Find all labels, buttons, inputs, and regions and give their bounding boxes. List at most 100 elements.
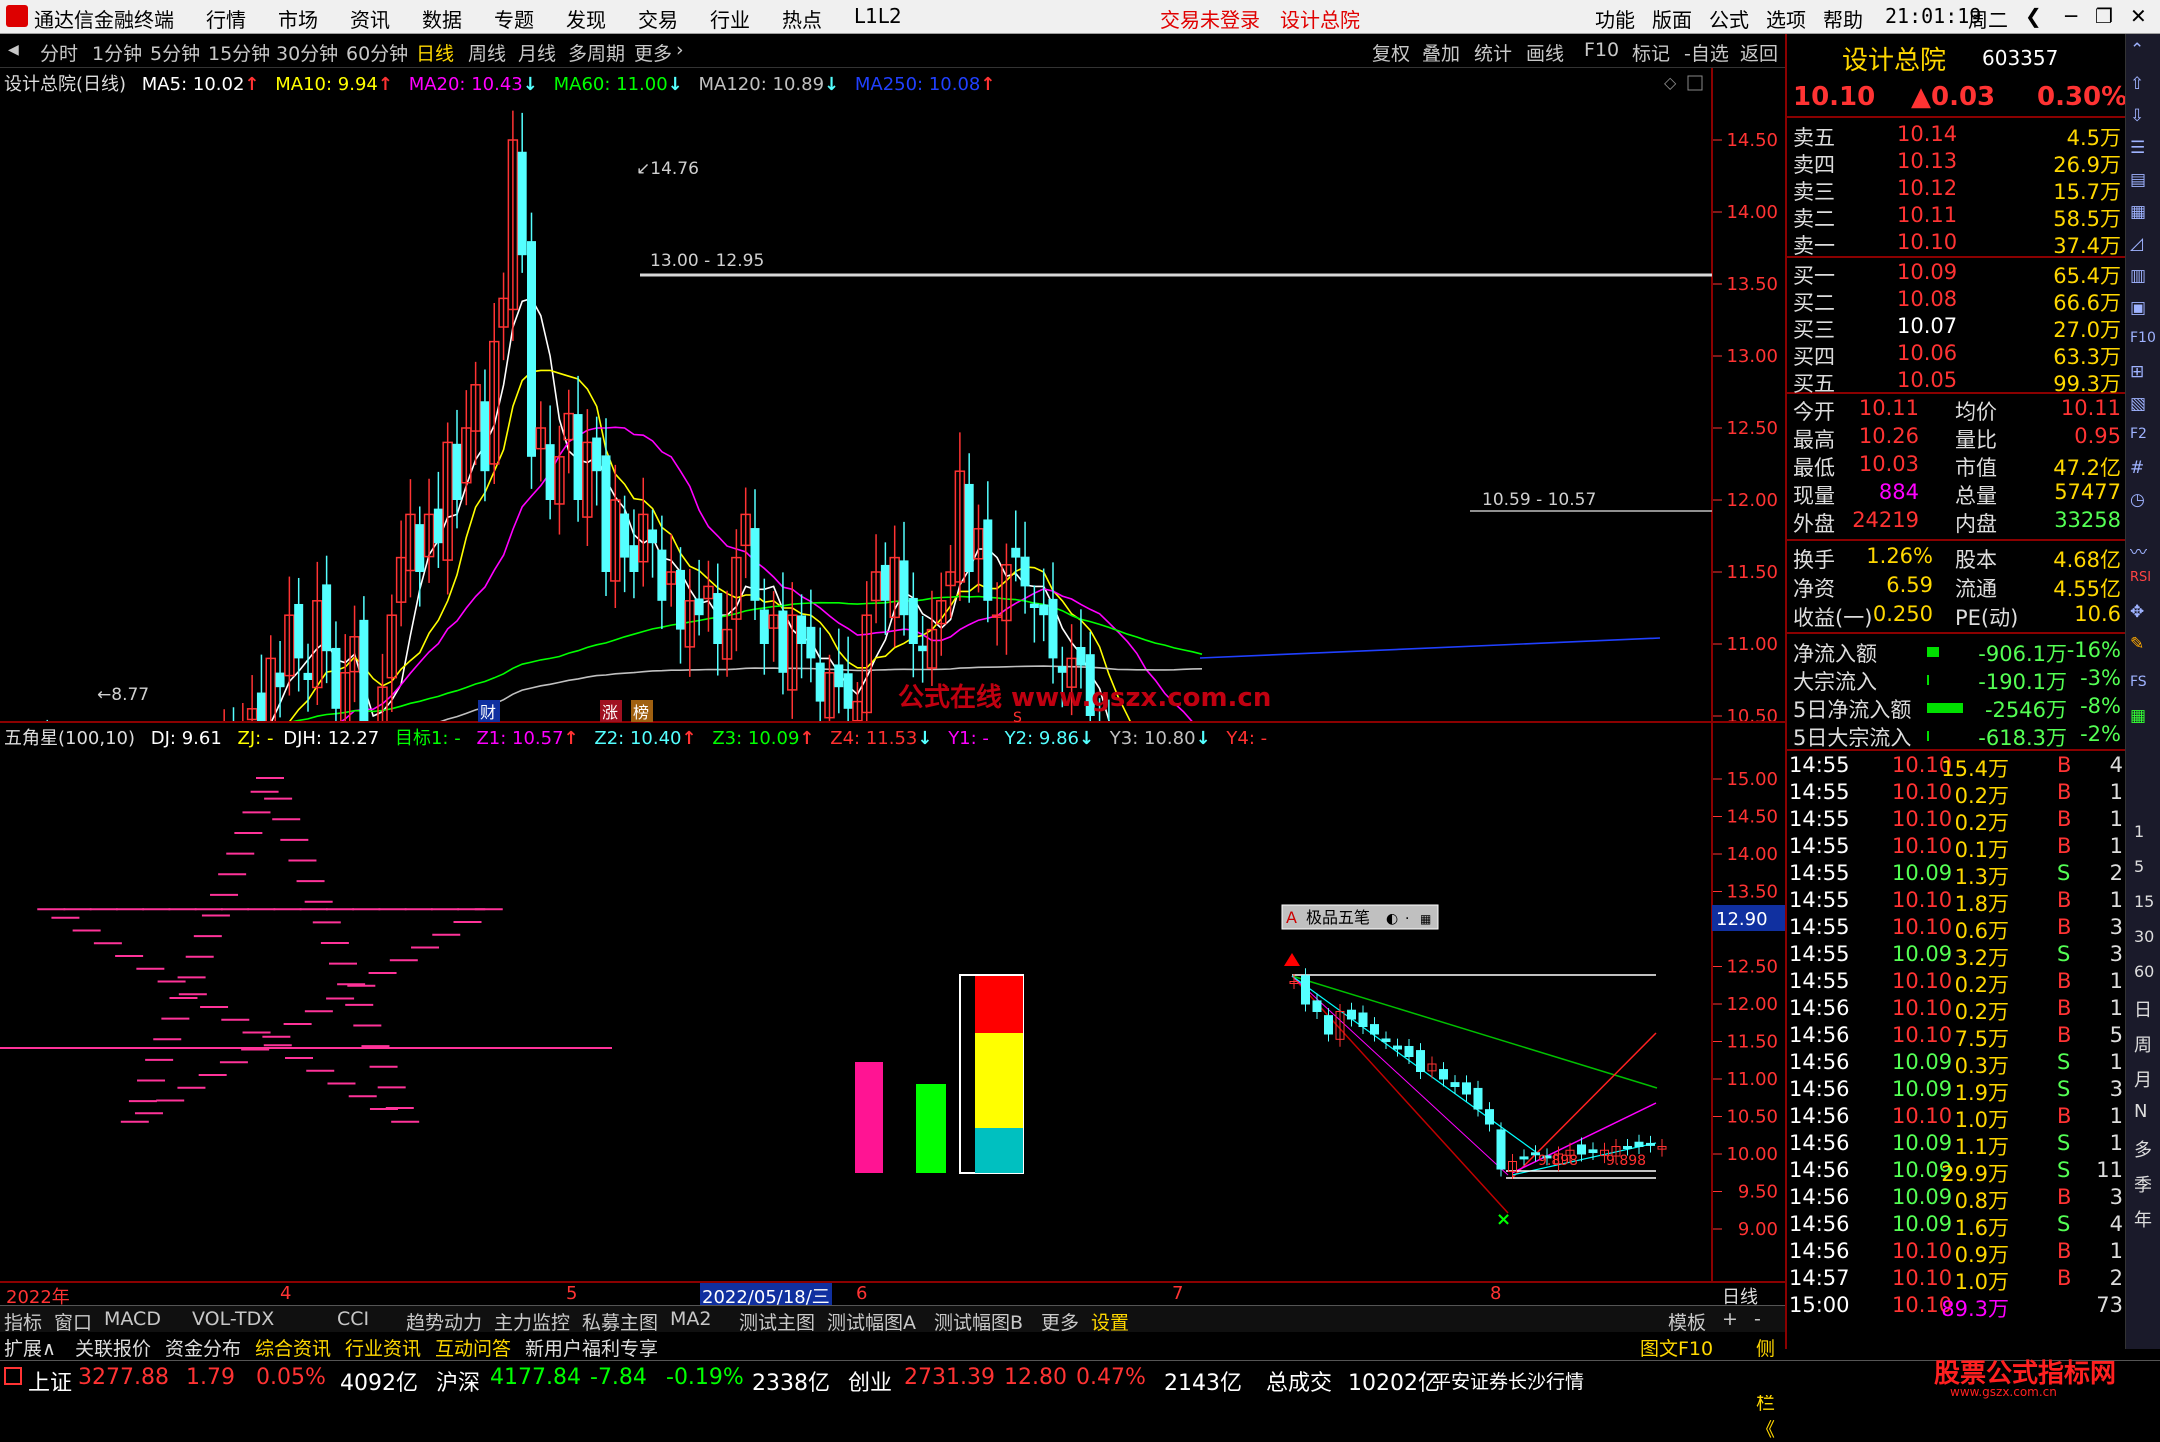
period-1min[interactable]: 1分钟 <box>92 39 142 66</box>
menu-shuju[interactable]: 数据 <box>422 4 462 33</box>
indicator-tab[interactable]: 私募主图 <box>582 1308 658 1335</box>
tool-zixuan[interactable]: -自选 <box>1684 39 1729 66</box>
right-tab-0[interactable]: 图文F10 <box>1640 1334 1713 1361</box>
list-icon[interactable]: ☰ <box>2130 138 2145 158</box>
hash-icon[interactable]: # <box>2130 458 2144 478</box>
move-icon[interactable]: ✥ <box>2130 602 2144 622</box>
extension-tab[interactable]: 关联报价 <box>75 1334 151 1361</box>
f10-icon[interactable]: F10 <box>2130 330 2156 346</box>
pen-icon[interactable]: ✎ <box>2130 634 2144 654</box>
menu-gongneng[interactable]: 功能 <box>1595 4 1635 33</box>
indicator-tab[interactable]: 更多 <box>1041 1308 1079 1335</box>
kline-chart[interactable]: 14.50 14.00 13.50 13.00 12.50 12.00 11.50 11.00… <box>0 68 1785 723</box>
indicator-tab[interactable]: VOL-TDX <box>192 1308 274 1330</box>
window-icon[interactable] <box>1687 75 1703 91</box>
bang-marker[interactable]: 榜 <box>633 703 649 722</box>
side-period-icon[interactable]: 季 <box>2134 1171 2152 1197</box>
extension-tab[interactable]: 综合资讯 <box>255 1334 331 1361</box>
grid-green-icon[interactable]: ▦ <box>2130 706 2146 726</box>
menu-shichang[interactable]: 市场 <box>278 4 318 33</box>
sz-index-label[interactable]: 沪深 <box>436 1365 480 1397</box>
f2-icon[interactable]: F2 <box>2130 426 2147 442</box>
period-more[interactable]: 更多 <box>634 39 672 66</box>
chart-icon[interactable]: ◿ <box>2130 234 2143 254</box>
sh-index-label[interactable]: 上证 <box>28 1365 72 1397</box>
menu-xuanxiang[interactable]: 选项 <box>1766 4 1806 33</box>
indicator-tab[interactable]: 趋势动力 <box>406 1308 482 1335</box>
menu-faxian[interactable]: 发现 <box>566 4 606 33</box>
menu-banmian[interactable]: 版面 <box>1652 4 1692 33</box>
minimize-icon[interactable]: ─ <box>2065 4 2077 28</box>
menu-zixun[interactable]: 资讯 <box>350 4 390 33</box>
doc-icon[interactable]: ▤ <box>2130 170 2146 190</box>
extension-tab[interactable]: 新用户福利专享 <box>525 1334 658 1361</box>
cy-index-label[interactable]: 创业 <box>848 1365 892 1397</box>
period-30min[interactable]: 30分钟 <box>276 39 338 66</box>
info-icon[interactable]: ▣ <box>2130 298 2146 318</box>
collapse-up-icon[interactable]: ⌃ <box>2130 40 2144 60</box>
table-icon[interactable]: ▦ <box>2130 202 2146 222</box>
indicator-tab[interactable]: 窗口 <box>54 1308 92 1335</box>
dot-icon[interactable]: · <box>1405 911 1409 927</box>
grid-icon[interactable]: ⊞ <box>2130 362 2144 382</box>
login-status[interactable]: 交易未登录 <box>1160 4 1260 33</box>
period-weekly[interactable]: 周线 <box>468 39 506 66</box>
indicator-tab[interactable]: 设置 <box>1091 1308 1129 1335</box>
menu-jiaoyi[interactable]: 交易 <box>638 4 678 33</box>
restore-icon[interactable]: ❐ <box>2095 4 2113 28</box>
indicator-tab[interactable]: 测试主图 <box>739 1308 815 1335</box>
menu-hangye[interactable]: 行业 <box>710 4 750 33</box>
wujiaoxing-indicator-chart[interactable]: 15.00 14.50 14.00 13.50 12.50 12.00 11.50 11.00… <box>0 723 1785 1283</box>
tool-diejia[interactable]: 叠加 <box>1422 39 1460 66</box>
indicator-tab[interactable]: 测试幅图A <box>827 1308 916 1335</box>
kline-icon[interactable]: ▥ <box>2130 266 2146 286</box>
extension-tab[interactable]: 扩展∧ <box>4 1334 56 1361</box>
menu-zhuanti[interactable]: 专题 <box>494 4 534 33</box>
indicator-tab[interactable]: MACD <box>104 1308 161 1330</box>
indicator-tab[interactable]: 指标 <box>4 1308 42 1335</box>
moon-icon[interactable]: ◐ <box>1386 911 1398 927</box>
wave-icon[interactable]: 〰 <box>2130 538 2147 563</box>
side-period-1[interactable]: 1 <box>2134 822 2144 841</box>
chevron-right-icon[interactable]: › <box>676 39 684 61</box>
back-arrow-icon[interactable]: ❮ <box>2025 4 2042 28</box>
zhang-marker[interactable]: 涨 <box>602 703 618 722</box>
clock-icon[interactable]: ◷ <box>2130 490 2145 510</box>
period-multi[interactable]: 多周期 <box>568 39 625 66</box>
tabs-right-1[interactable]: + <box>1722 1308 1738 1330</box>
side-period-5[interactable]: 5 <box>2134 857 2144 876</box>
side-period-icon[interactable]: 月 <box>2134 1066 2152 1092</box>
extension-tab[interactable]: 行业资讯 <box>345 1334 421 1361</box>
period-fenshi[interactable]: 分时 <box>40 39 78 66</box>
keyboard-icon[interactable]: ▦ <box>1420 912 1431 926</box>
tool-fanhui[interactable]: 返回 <box>1740 39 1778 66</box>
period-monthly[interactable]: 月线 <box>518 39 556 66</box>
tabs-right-2[interactable]: - <box>1754 1308 1761 1330</box>
menu-redian[interactable]: 热点 <box>782 4 822 33</box>
side-period-icon[interactable]: 周 <box>2134 1031 2152 1057</box>
menu-gongshi[interactable]: 公式 <box>1709 4 1749 33</box>
mini-toolbar-title[interactable]: 极品五笔 <box>1306 908 1370 927</box>
arrow-up-icon[interactable]: ⇧ <box>2130 74 2144 94</box>
broker-name[interactable]: 平安证券长沙行情 <box>1432 1367 1584 1394</box>
side-period-icon[interactable]: 年 <box>2134 1206 2152 1232</box>
side-period-30[interactable]: 30 <box>2134 927 2154 946</box>
extension-tab[interactable]: 互动问答 <box>435 1334 511 1361</box>
period-15min[interactable]: 15分钟 <box>208 39 270 66</box>
menu-bangzhu[interactable]: 帮助 <box>1823 4 1863 33</box>
tool-f10[interactable]: F10 <box>1584 39 1619 61</box>
side-period-icon[interactable]: 多 <box>2134 1136 2152 1162</box>
indicator-tab[interactable]: 测试幅图B <box>934 1308 1023 1335</box>
layout-icon[interactable]: ▧ <box>2130 394 2146 414</box>
side-period-60[interactable]: 60 <box>2134 962 2154 981</box>
extension-tab[interactable]: 资金分布 <box>165 1334 241 1361</box>
close-icon[interactable]: ✕ <box>2130 4 2147 28</box>
side-period-icon[interactable]: 日 <box>2134 996 2152 1022</box>
side-period-icon[interactable]: N <box>2134 1101 2147 1122</box>
rsi-icon[interactable]: RSI <box>2130 570 2151 585</box>
fs-icon[interactable]: FS <box>2130 674 2147 690</box>
period-daily[interactable]: 日线 <box>416 39 454 66</box>
indicator-tab[interactable]: MA2 <box>670 1308 711 1330</box>
tool-huaxian[interactable]: 画线 <box>1526 39 1564 66</box>
tool-biaoji[interactable]: 标记 <box>1632 39 1670 66</box>
